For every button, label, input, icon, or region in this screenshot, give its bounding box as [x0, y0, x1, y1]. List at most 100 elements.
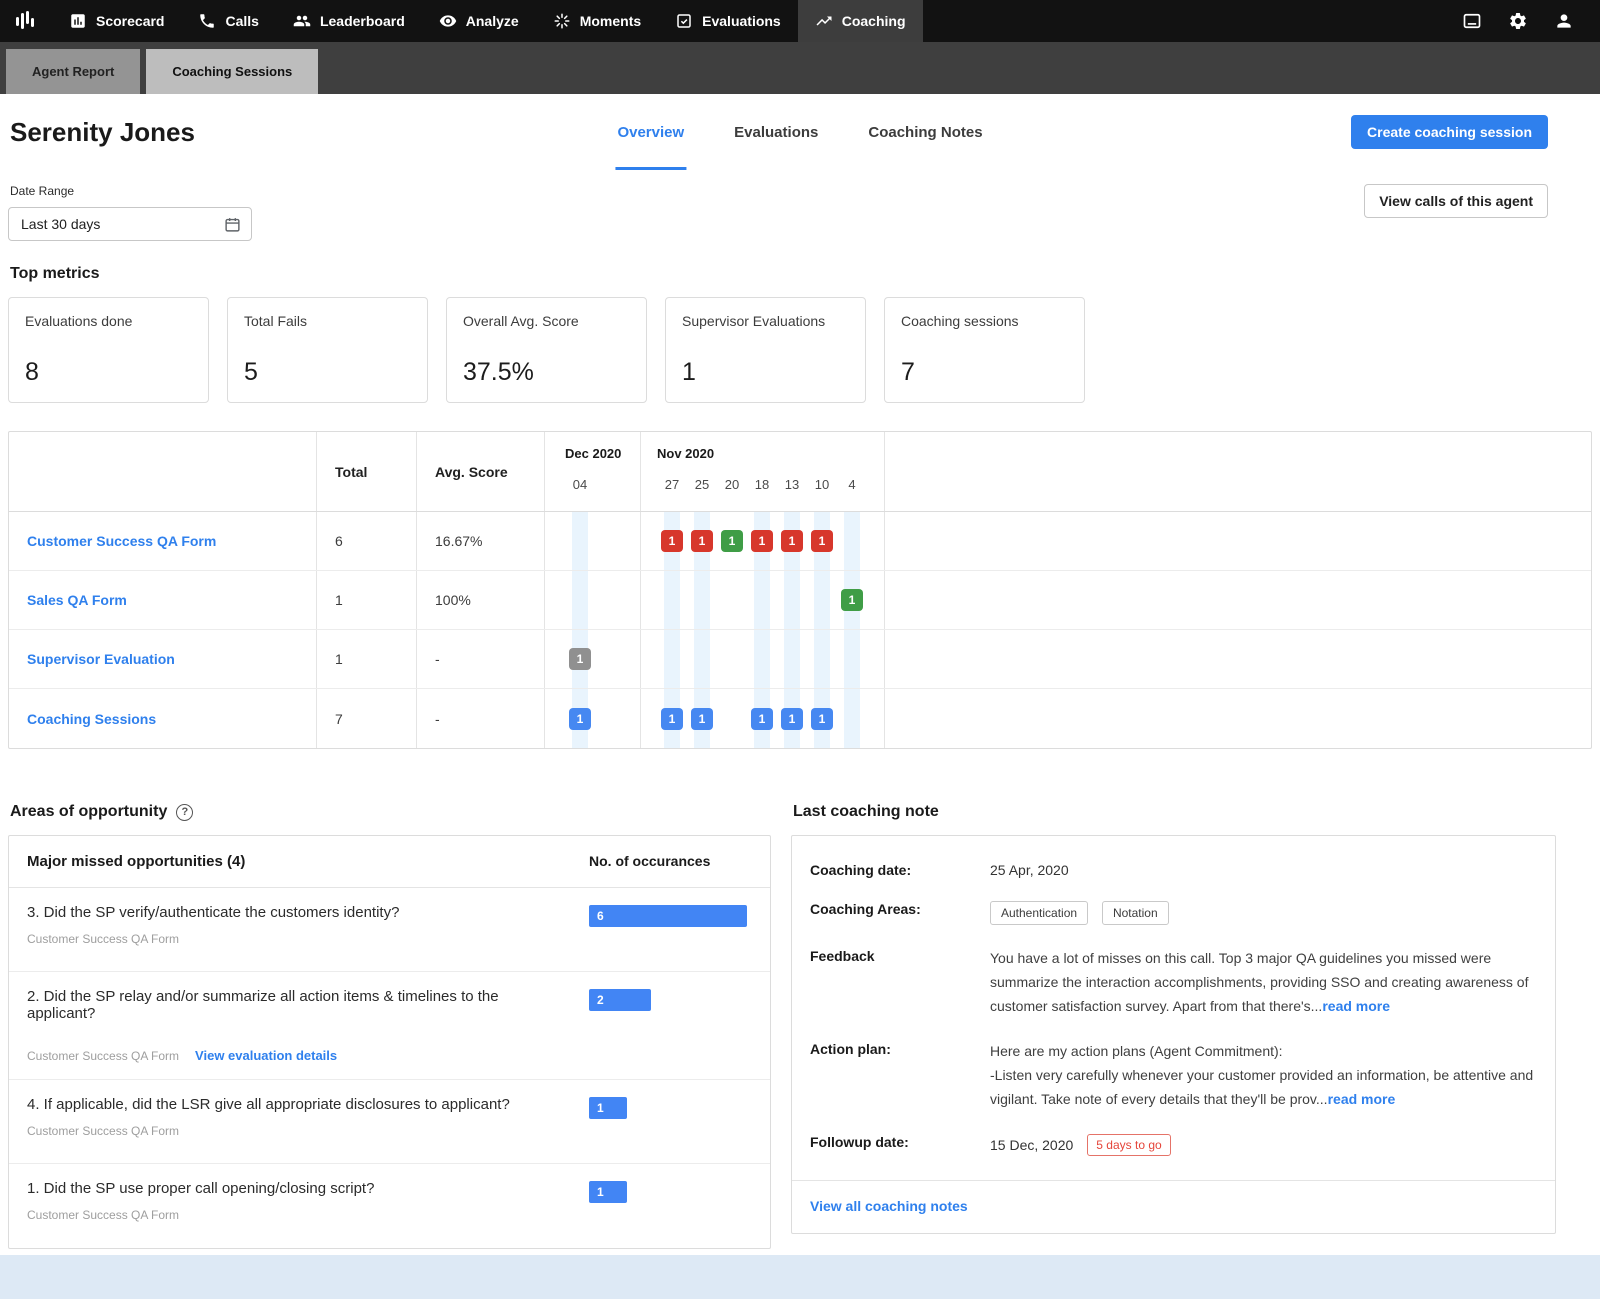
checkbox-icon	[677, 14, 691, 28]
tab-evaluations[interactable]: Evaluations	[732, 94, 820, 170]
nav-item-leaderboard[interactable]: Leaderboard	[276, 0, 422, 42]
date-range-select[interactable]: Last 30 days	[8, 207, 252, 241]
evaluation-badge[interactable]: 1	[811, 530, 833, 552]
nav-label: Analyze	[465, 13, 519, 29]
coaching-areas-row: Coaching Areas: Authentication Notation	[792, 899, 1555, 925]
coaching-badge[interactable]: 1	[751, 707, 773, 730]
form-name-link[interactable]: Coaching Sessions	[9, 689, 317, 748]
timeline-month-dec: Dec 2020 04	[545, 432, 641, 511]
coaching-date-label: Coaching date:	[810, 862, 912, 878]
timeline-cell	[657, 571, 687, 629]
coaching-note-heading: Last coaching note	[793, 803, 939, 820]
main-content: Serenity Jones Overview Evaluations Coac…	[0, 94, 1600, 1249]
opportunity-form-name: Customer Success QA Form	[27, 1208, 180, 1222]
view-evaluation-details-link[interactable]: View evaluation details	[195, 1048, 337, 1063]
view-all-coaching-notes-link[interactable]: View all coaching notes	[810, 1198, 968, 1214]
row-spacer	[885, 512, 1591, 570]
timeline-cell: 1	[747, 689, 777, 748]
help-icon[interactable]: ?	[176, 803, 194, 821]
nav-label: Leaderboard	[319, 13, 405, 29]
row-nov-cells: 1 1 1 1 1	[641, 689, 885, 748]
profile-icon[interactable]	[1554, 11, 1574, 31]
metric-value: 1	[682, 358, 696, 386]
areas-of-opportunity-section: Areas of opportunity ? Major missed oppo…	[8, 779, 771, 1249]
row-spacer	[885, 630, 1591, 688]
occurrences-column-header: No. of occurances	[589, 853, 711, 869]
evaluation-badge[interactable]: 1	[841, 589, 863, 611]
timeline-cell: 1	[657, 512, 687, 570]
days-row: 27 25 20 18 13 10 4	[657, 477, 884, 492]
timeline-cell: 1	[807, 689, 837, 748]
timeline-header: Total Avg. Score Dec 2020 04 Nov 2020 27…	[9, 432, 1591, 512]
timeline-cell: 1	[807, 512, 837, 570]
nav-item-evaluations[interactable]: Evaluations	[658, 0, 798, 42]
occurrence-bar: 1	[589, 1181, 627, 1203]
trend-up-icon	[816, 16, 832, 26]
day-label: 18	[754, 477, 770, 492]
view-calls-button[interactable]: View calls of this agent	[1364, 184, 1548, 218]
coaching-badge[interactable]: 1	[811, 707, 833, 730]
tab-coaching-notes[interactable]: Coaching Notes	[866, 94, 984, 170]
row-total: 6	[317, 512, 417, 570]
feedback-read-more-link[interactable]: read more	[1322, 998, 1390, 1014]
coaching-badge[interactable]: 1	[691, 707, 713, 730]
timeline-cell: 1	[687, 689, 717, 748]
coaching-badge[interactable]: 1	[781, 707, 803, 730]
nav-item-coaching[interactable]: Coaching	[797, 0, 923, 42]
evaluation-badge[interactable]: 1	[691, 530, 713, 552]
table-row-sales-qa-form: Sales QA Form 1 100% 1	[9, 571, 1591, 630]
evaluation-badge[interactable]: 1	[781, 530, 803, 552]
app-logo[interactable]	[0, 0, 52, 42]
gear-icon[interactable]	[1508, 11, 1528, 31]
table-row-coaching-sessions: Coaching Sessions 7 - 1 1 1 1 1 1	[9, 689, 1591, 748]
timeline-cell	[747, 571, 777, 629]
timeline-cell: 1	[747, 512, 777, 570]
form-name-link[interactable]: Customer Success QA Form	[9, 512, 317, 570]
nav-item-analyze[interactable]: Analyze	[422, 0, 536, 42]
row-total: 1	[317, 630, 417, 688]
create-coaching-session-button[interactable]: Create coaching session	[1351, 115, 1548, 149]
coaching-badge[interactable]: 1	[661, 707, 683, 730]
form-name-link[interactable]: Sales QA Form	[9, 571, 317, 629]
coaching-date-row: Coaching date: 25 Apr, 2020	[792, 860, 1555, 878]
agent-name-title: Serenity Jones	[10, 116, 195, 147]
row-total: 7	[317, 689, 417, 748]
row-dec-cells	[545, 571, 641, 629]
metric-value: 7	[901, 358, 915, 386]
nav-label: Scorecard	[96, 13, 165, 29]
nav-item-moments[interactable]: Moments	[536, 0, 658, 42]
timeline-header-spacer	[885, 432, 1591, 511]
timeline-header-name-col	[9, 432, 317, 511]
coaching-badge[interactable]: 1	[569, 707, 591, 730]
row-nov-cells: 1	[641, 571, 885, 629]
table-row-supervisor-evaluation: Supervisor Evaluation 1 - 1	[9, 630, 1591, 689]
evaluation-badge[interactable]: 1	[661, 530, 683, 552]
form-name-link[interactable]: Supervisor Evaluation	[9, 630, 317, 688]
tab-agent-report[interactable]: Agent Report	[6, 49, 141, 94]
row-avg-score: 100%	[417, 571, 545, 629]
action-plan-read-more-link[interactable]: read more	[1328, 1091, 1396, 1107]
metric-card-evaluations-done: Evaluations done 8	[8, 297, 209, 403]
evaluation-badge[interactable]: 1	[569, 648, 591, 670]
metric-label: Supervisor Evaluations	[682, 313, 826, 329]
opportunity-item: 4. If applicable, did the LSR give all a…	[9, 1080, 770, 1164]
tab-overview[interactable]: Overview	[615, 94, 687, 170]
evaluation-badge[interactable]: 1	[721, 530, 743, 552]
evaluation-badge[interactable]: 1	[751, 530, 773, 552]
day-label: 10	[814, 477, 830, 492]
metric-card-coaching-sessions: Coaching sessions 7	[884, 297, 1085, 403]
tab-coaching-sessions[interactable]: Coaching Sessions	[146, 49, 319, 94]
feedback-text: You have a lot of misses on this call. T…	[990, 950, 1529, 1014]
metric-label: Coaching sessions	[901, 313, 1019, 329]
display-icon[interactable]	[1462, 11, 1482, 31]
nav-item-calls[interactable]: Calls	[181, 0, 275, 42]
nav-item-scorecard[interactable]: Scorecard	[52, 0, 181, 42]
people-icon	[293, 15, 311, 27]
timeline-cell: 1	[777, 512, 807, 570]
timeline-cell	[837, 630, 867, 688]
timeline-cell: 1	[837, 571, 867, 629]
timeline-cell	[717, 630, 747, 688]
timeline-cell	[565, 512, 595, 570]
timeline-cell	[717, 571, 747, 629]
opportunity-form-row: Customer Success QA Form	[27, 1124, 565, 1138]
